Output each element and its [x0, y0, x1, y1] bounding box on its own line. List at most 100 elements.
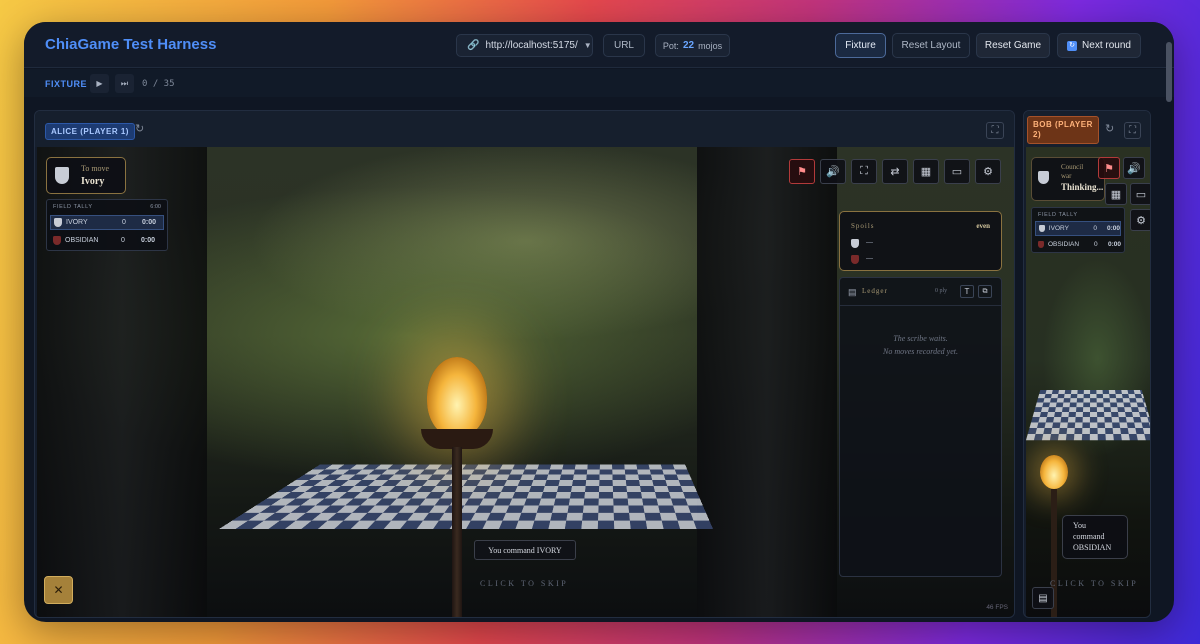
thinking-status: Thinking...: [1061, 182, 1104, 192]
bob-game-scene[interactable]: Council war Thinking... ⚑ 🔊 ▦ ▭ ⚙ FIELD …: [1026, 147, 1150, 617]
bob-player-tag: BOB (PLAYER 2): [1027, 116, 1099, 144]
pot-display: Pot: 22 mojos: [655, 34, 730, 57]
scroll-icon: ▤: [848, 287, 857, 297]
flag-button[interactable]: ⚑: [1098, 157, 1120, 179]
grid-button[interactable]: ▦: [1105, 183, 1127, 205]
reset-layout-button[interactable]: Reset Layout: [892, 33, 970, 58]
alice-panel-header: ALICE (PLAYER 1) ↻ ⛶: [35, 111, 1014, 147]
sound-button[interactable]: 🔊: [820, 159, 846, 184]
field-tally: FIELD TALLY IVORY 0 0:00 OBSIDIAN 0 0:00: [1031, 207, 1125, 253]
tally-name: IVORY: [1048, 225, 1069, 232]
url-select[interactable]: 🔗 http://localhost:5175/ ▼: [456, 34, 593, 57]
command-line1: You: [1073, 521, 1086, 530]
fixture-label: FIXTURE: [45, 79, 88, 89]
shield-icon: [55, 167, 69, 184]
fullscreen-icon[interactable]: ⛶: [986, 122, 1004, 139]
command-banner: You command IVORY: [474, 540, 576, 560]
tally-row-obsidian: OBSIDIAN 0 0:00: [50, 233, 164, 248]
reset-game-button[interactable]: Reset Game: [976, 33, 1050, 58]
flag-button[interactable]: ⚑: [789, 159, 815, 184]
ledger-count: 0 ply: [935, 288, 948, 294]
fixture-button[interactable]: Fixture: [835, 33, 886, 58]
bob-panel: BOB (PLAYER 2) ↻ ⛶ Council war Thinking.…: [1023, 110, 1151, 618]
council-card: Council war Thinking...: [1031, 157, 1105, 201]
fixture-bar: FIXTURE ▶ ⏭ 0 / 35: [24, 69, 1174, 97]
to-move-value: Ivory: [81, 176, 105, 187]
torch-bowl: [421, 429, 493, 449]
chess-board: [1026, 389, 1150, 441]
settings-button[interactable]: ⚙: [975, 159, 1001, 184]
torch-flame: [427, 357, 487, 437]
spoils-title: Spoils: [851, 222, 875, 230]
copy-button[interactable]: ⧉: [978, 285, 992, 298]
obsidian-shield-icon: [53, 236, 61, 245]
text-format-button[interactable]: T: [960, 285, 974, 298]
bob-panel-header: BOB (PLAYER 2) ↻ ⛶: [1024, 111, 1150, 147]
pot-value: 22: [682, 40, 695, 51]
scrollbar[interactable]: [1166, 42, 1172, 102]
torch-flame: [1040, 455, 1068, 489]
council-line1: Council: [1061, 163, 1084, 171]
ledger-empty-line2: No moves recorded yet.: [883, 347, 958, 356]
shield-icon: [1038, 171, 1049, 184]
scroll-icon[interactable]: ▤: [1032, 587, 1054, 609]
torch-pole: [452, 447, 462, 617]
reload-icon[interactable]: ↻: [135, 122, 144, 135]
to-move-card: To move Ivory: [46, 157, 126, 194]
reload-icon[interactable]: ↻: [1105, 122, 1114, 135]
expand-button[interactable]: ⛶: [851, 159, 877, 184]
click-to-skip[interactable]: CLICK TO SKIP: [1050, 579, 1138, 588]
camera-button[interactable]: ▭: [1130, 183, 1150, 205]
sound-button[interactable]: 🔊: [1123, 157, 1145, 179]
tally-name: OBSIDIAN: [65, 237, 99, 244]
tally-title: FIELD TALLY: [53, 204, 93, 210]
fps-counter: 46 FPS: [986, 604, 1008, 611]
tally-score: 0: [1093, 241, 1098, 248]
tally-clock: 0:00: [142, 219, 157, 226]
next-round-button[interactable]: ↻ Next round: [1057, 33, 1141, 58]
spoils-ivory: —: [866, 239, 873, 246]
fixture-counter: 0 / 35: [142, 79, 175, 89]
url-value: http://localhost:5175/: [485, 40, 578, 51]
chess-board: [218, 464, 714, 530]
obsidian-shield-icon: [1038, 241, 1044, 248]
swap-button[interactable]: ⇄: [882, 159, 908, 184]
alice-game-scene[interactable]: To move Ivory FIELD TALLY 6:00 IVORY 0 0…: [37, 147, 1014, 617]
spoils-card: Spoils even — —: [839, 211, 1002, 271]
app-window: ChiaGame Test Harness 🔗 http://localhost…: [24, 22, 1174, 622]
ledger-divider: [840, 305, 1001, 306]
tally-title: FIELD TALLY: [1038, 212, 1078, 218]
camera-button[interactable]: ▭: [944, 159, 970, 184]
pot-label: Pot:: [662, 40, 679, 51]
tally-clock: 0:00: [1107, 241, 1121, 248]
tally-name: IVORY: [66, 219, 88, 226]
tally-row-ivory: IVORY 0 0:00: [50, 215, 164, 230]
tally-score: 0: [121, 237, 125, 244]
play-button[interactable]: ▶: [90, 74, 109, 93]
grid-button[interactable]: ▦: [913, 159, 939, 184]
tally-clock: 0:00: [141, 237, 156, 244]
skip-forward-button[interactable]: ⏭: [115, 74, 134, 93]
tally-row-obsidian: OBSIDIAN 0 0:00: [1035, 237, 1121, 252]
spoils-obsidian: —: [866, 255, 873, 262]
obsidian-shield-icon: [851, 255, 859, 264]
next-round-label: Next round: [1082, 40, 1131, 51]
close-icon[interactable]: ✕: [44, 576, 73, 604]
command-line2: command: [1073, 532, 1105, 541]
fullscreen-icon[interactable]: ⛶: [1124, 122, 1141, 139]
click-to-skip[interactable]: CLICK TO SKIP: [480, 579, 568, 588]
ivory-shield-icon: [54, 218, 62, 227]
command-line3: OBSIDIAN: [1073, 543, 1112, 552]
ledger-title: Ledger: [862, 287, 888, 295]
settings-button[interactable]: ⚙: [1130, 209, 1150, 231]
command-banner: You command OBSIDIAN: [1062, 515, 1128, 559]
url-button[interactable]: URL: [603, 34, 645, 57]
pot-unit: mojos: [698, 40, 723, 51]
tally-score: 0: [122, 219, 126, 226]
tally-score: 0: [1093, 225, 1097, 232]
tally-name: OBSIDIAN: [1048, 241, 1080, 248]
council-line2: war: [1061, 172, 1072, 180]
right-pillar: [697, 147, 837, 617]
refresh-icon: ↻: [1067, 40, 1078, 51]
ivory-shield-icon: [851, 239, 859, 248]
